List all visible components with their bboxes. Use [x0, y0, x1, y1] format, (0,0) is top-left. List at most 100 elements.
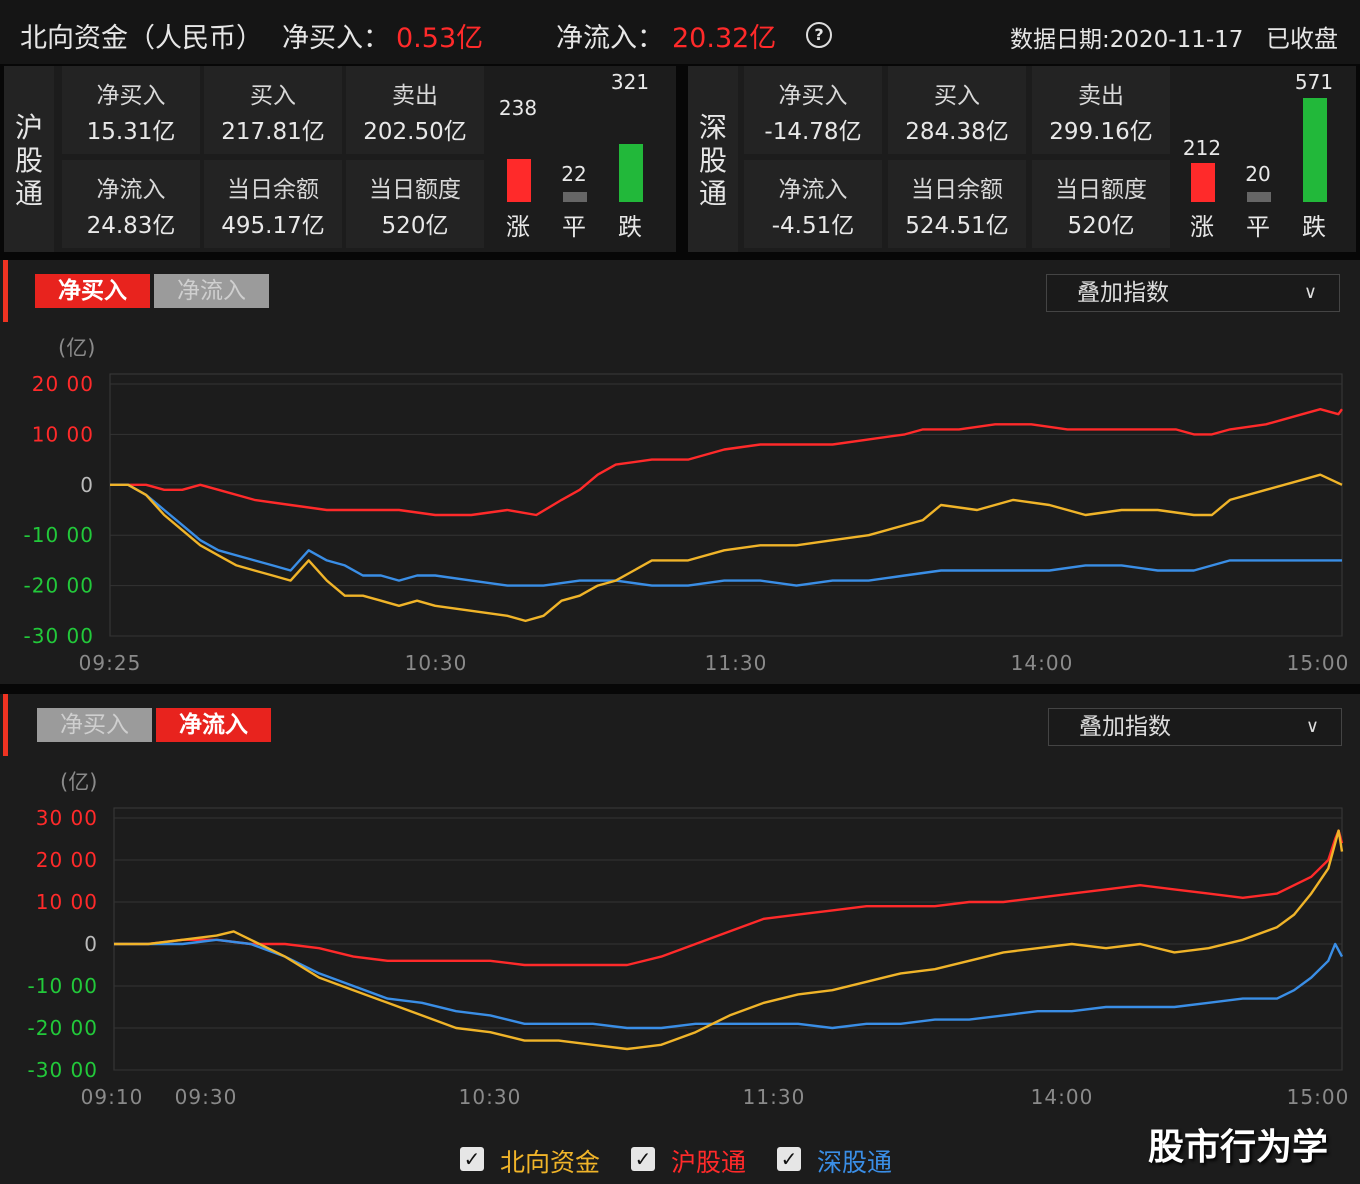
legend-label: 沪股通 [671, 1148, 747, 1177]
sz-flat-label: 平 [1246, 213, 1270, 241]
cell-value: 520亿 [1067, 213, 1135, 239]
x-tick-label: 15:00 [1287, 651, 1350, 675]
y-tick-label: -20 00 [24, 574, 94, 598]
sz-quota-cell: 当日额度 520亿 [1032, 160, 1170, 248]
sz-down-bar [1303, 98, 1327, 202]
x-tick-label: 11:30 [705, 651, 768, 675]
cell-label: 卖出 [392, 83, 438, 109]
cell-value: 495.17亿 [221, 213, 325, 239]
cell-label: 净买入 [778, 83, 848, 109]
cell-value: 15.31亿 [86, 119, 176, 145]
sz-breadth-bars: 212 涨 20 平 571 跌 [1176, 66, 1352, 252]
sz-net-buy-cell: 净买入 -14.78亿 [744, 66, 882, 154]
sh-breadth-bars: 238 涨 22 平 321 跌 [492, 66, 672, 252]
y-tick-label: -30 00 [24, 624, 94, 648]
cell-label: 净流入 [96, 177, 166, 203]
sh-down-bar [619, 144, 643, 202]
sz-connect-panel: 深股通 净买入 -14.78亿 买入 284.38亿 卖出 299.16亿 净流… [688, 66, 1356, 252]
x-tick-label: 10:30 [405, 651, 468, 675]
net-buy-value: 0.53亿 [396, 23, 484, 54]
y-tick-label: 10 00 [36, 890, 98, 914]
x-tick-label: 10:30 [459, 1085, 522, 1109]
y-tick-label: -30 00 [28, 1058, 98, 1082]
sz-buy-cell: 买入 284.38亿 [888, 66, 1026, 154]
sh-net-buy-cell: 净买入 15.31亿 [62, 66, 200, 154]
cell-label: 当日额度 [369, 177, 461, 203]
y-tick-label: 20 00 [32, 372, 94, 396]
sh-connect-panel: 沪股通 净买入 15.31亿 买入 217.81亿 卖出 202.50亿 净流入… [4, 66, 676, 252]
north-series-line [110, 473, 1343, 623]
y-tick-label: 0 [84, 932, 98, 956]
sh-balance-cell: 当日余额 495.17亿 [204, 160, 342, 248]
market-status: 已收盘 [1266, 25, 1338, 53]
sh-quota-cell: 当日额度 520亿 [346, 160, 484, 248]
header-bar: 北向资金（人民币） 净买入： 0.53亿 净流入： 20.32亿 ? 数据日期:… [0, 0, 1360, 64]
sh-connect-label: 沪股通 [4, 66, 54, 252]
x-tick-label: 09:10 [81, 1085, 144, 1109]
cell-value: 217.81亿 [221, 119, 325, 145]
sz-down-count: 571 [1294, 70, 1334, 94]
x-tick-label: 09:30 [175, 1085, 238, 1109]
sh-up-bar [507, 159, 531, 202]
y-tick-label: 0 [80, 473, 94, 497]
cell-label: 当日余额 [911, 177, 1003, 203]
sz-sell-cell: 卖出 299.16亿 [1032, 66, 1170, 154]
y-tick-label: 30 00 [36, 806, 98, 830]
sz-connect-label: 深股通 [688, 66, 738, 252]
sz-balance-cell: 当日余额 524.51亿 [888, 160, 1026, 248]
sh-down-count: 321 [610, 70, 650, 94]
sz-net-inflow-cell: 净流入 -4.51亿 [744, 160, 882, 248]
sh-series-line [114, 829, 1344, 967]
y-tick-label: -10 00 [28, 974, 98, 998]
cell-label: 当日额度 [1055, 177, 1147, 203]
cell-value: -4.51亿 [771, 213, 855, 239]
cell-label: 买入 [250, 83, 296, 109]
sh-up-count: 238 [498, 96, 538, 120]
data-date: 数据日期:2020-11-17 [1010, 27, 1244, 53]
cell-label: 净买入 [96, 83, 166, 109]
checkbox-checked-icon[interactable]: ✓ [777, 1147, 801, 1171]
legend-label: 北向资金 [500, 1148, 601, 1177]
help-icon[interactable]: ? [806, 22, 832, 48]
sh-down-label: 跌 [618, 213, 642, 241]
x-tick-label: 15:00 [1287, 1085, 1350, 1109]
x-tick-label: 11:30 [743, 1085, 806, 1109]
y-tick-label: 20 00 [36, 848, 98, 872]
net-buy-chart-panel: 净买入 净流入 叠加指数 ∨ (亿) 20 00 10 00 0 -10 00 -20 … [0, 260, 1360, 684]
cell-label: 当日余额 [227, 177, 319, 203]
sz-up-bar [1191, 163, 1215, 202]
cell-value: 524.51亿 [905, 213, 1009, 239]
sh-sell-cell: 卖出 202.50亿 [346, 66, 484, 154]
sz-flat-bar [1247, 192, 1271, 202]
watermark: 股市行为学 [1148, 1127, 1329, 1168]
net-buy-label: 净买入： [282, 23, 390, 54]
cell-label: 买入 [934, 83, 980, 109]
net-inflow-label: 净流入： [556, 23, 664, 54]
cell-label: 净流入 [778, 177, 848, 203]
cell-value: 284.38亿 [905, 119, 1009, 145]
net-inflow-value: 20.32亿 [672, 23, 777, 54]
sh-flat-bar [563, 192, 587, 202]
sz-up-count: 212 [1182, 136, 1222, 160]
cell-value: 24.83亿 [86, 213, 176, 239]
sz-down-label: 跌 [1302, 213, 1326, 241]
cell-label: 卖出 [1078, 83, 1124, 109]
net-inflow-chart-panel: 净买入 净流入 叠加指数 ∨ (亿) 30 00 20 00 10 00 0 -10 0… [0, 694, 1360, 1184]
net-inflow-chart: 30 00 20 00 10 00 0 -10 00 -20 00 -30 00 09:10 0… [28, 806, 1350, 1109]
x-tick-label: 14:00 [1011, 651, 1074, 675]
north-series-line [114, 829, 1344, 1051]
checkbox-checked-icon[interactable]: ✓ [460, 1147, 484, 1171]
sh-flat-count: 22 [561, 162, 587, 186]
cell-value: -14.78亿 [764, 119, 862, 145]
cell-value: 299.16亿 [1049, 119, 1153, 145]
sh-series-line [110, 407, 1343, 517]
sz-flat-count: 20 [1245, 162, 1271, 186]
checkbox-checked-icon[interactable]: ✓ [631, 1147, 655, 1171]
sz-series-line [114, 938, 1344, 1030]
plot-frame [113, 807, 1343, 1071]
sh-up-label: 涨 [506, 213, 530, 241]
y-tick-label: -20 00 [28, 1016, 98, 1040]
cell-value: 202.50亿 [363, 119, 467, 145]
sh-buy-cell: 买入 217.81亿 [204, 66, 342, 154]
legend-label: 深股通 [817, 1148, 893, 1177]
